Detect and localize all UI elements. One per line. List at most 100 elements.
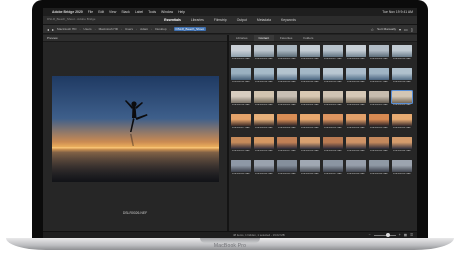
menu-window[interactable]: Window [161,10,173,14]
thumbnail-item[interactable]: DSLR0025.NEF [369,91,389,111]
slider-knob[interactable] [385,233,390,237]
thumbnail-image[interactable] [254,114,274,126]
breadcrumb-item[interactable]: Users [83,27,91,31]
thumbnail-image[interactable] [231,91,251,103]
thumbnail-item[interactable]: DSLR0035.NEF [231,137,251,157]
menu-edit[interactable]: Edit [98,10,104,14]
breadcrumb-item[interactable]: Macintosh HD [57,27,76,31]
thumbnail-image[interactable] [254,137,274,149]
thumbnail-item[interactable]: DSLR0014.NEF [300,68,320,88]
thumbnail-item[interactable]: DSLR0033.NEF [369,114,389,134]
thumbnail-image[interactable] [369,114,389,126]
tab-libraries-panel[interactable]: Libraries [231,35,253,41]
thumbnail-item[interactable]: DSLR0050.NEF [392,160,412,180]
thumbnail-item[interactable]: DSLR0048.NEF [346,160,366,180]
thumbnail-image[interactable] [231,160,251,172]
thumbnail-item[interactable]: DSLR0022.NEF [300,91,320,111]
thumbnail-item[interactable]: DSLR0046.NEF [300,160,320,180]
tab-libraries[interactable]: Libraries [187,17,208,23]
thumbnail-image[interactable] [277,160,297,172]
thumbnail-item[interactable]: DSLR0011.NEF [231,68,251,88]
tab-metadata[interactable]: Metadata [253,17,275,23]
thumbnail-image[interactable] [277,114,297,126]
thumbnail-size-slider[interactable] [373,233,396,237]
forward-arrow-icon[interactable]: ▸ [52,27,54,32]
preview-image[interactable] [52,76,219,182]
tab-essentials[interactable]: Essentials [160,17,185,23]
thumbnail-image[interactable] [254,45,274,57]
thumbnail-image[interactable] [346,160,366,172]
thumbnail-image[interactable] [300,114,320,126]
thumbnail-image[interactable] [346,137,366,149]
thumbnail-image[interactable] [391,90,413,104]
thumbnail-item[interactable]: DSLR0044.NEF [254,160,274,180]
thumbnail-item[interactable]: DSLR0030.NEF [300,114,320,134]
thumbnail-item[interactable]: DSLR0041.NEF [369,137,389,157]
thumbnail-image[interactable] [300,91,320,103]
tab-output[interactable]: Output [233,17,251,23]
thumbnail-image[interactable] [277,137,297,149]
thumbnail-image[interactable] [323,137,343,149]
thumbnail-item[interactable]: DSLR0003.NEF [231,45,251,65]
thumbnail-image[interactable] [231,114,251,126]
thumbnail-item[interactable]: DSLR0019.NEF [231,91,251,111]
star-filter-icon[interactable]: ☆ [370,27,374,32]
thumbnail-image[interactable] [300,160,320,172]
thumbnail-image[interactable] [231,68,251,80]
thumbnail-image[interactable] [323,68,343,80]
thumbnail-item[interactable]: DSLR0013.NEF [277,68,297,88]
thumbnail-item[interactable]: DSLR0042.NEF [392,137,412,157]
thumbnail-image[interactable] [392,114,412,126]
thumbnail-item[interactable]: DSLR0012.NEF [254,68,274,88]
thumbnail-item[interactable]: DSLR0006.NEF [300,45,320,65]
tab-folders[interactable]: Folders [298,35,318,41]
grid-view-icon[interactable]: ▦ [404,233,407,237]
menu-help[interactable]: Help [178,10,185,14]
thumbnail-item[interactable]: DSLR0004.NEF [254,45,274,65]
breadcrumb-item[interactable]: Users [125,27,133,31]
thumbnail-image[interactable] [392,68,412,80]
breadcrumb-item[interactable]: Adam [140,27,148,31]
thumbnail-image[interactable] [369,68,389,80]
thumbnail-item[interactable]: DSLR0038.NEF [300,137,320,157]
breadcrumb-item[interactable]: Macintosh HD [99,27,118,31]
thumbnail-item[interactable]: DSLR0043.NEF [231,160,251,180]
menu-tools[interactable]: Tools [148,10,156,14]
new-folder-icon[interactable]: ▭ [404,27,408,32]
thumbnail-item[interactable]: DSLR0010.NEF [392,45,412,65]
thumbnail-item[interactable]: DSLR0027.NEF [231,114,251,134]
thumbnail-image[interactable] [392,160,412,172]
thumbnail-item[interactable]: DSLR0029.NEF [277,114,297,134]
zoom-out-icon[interactable]: − [369,233,371,237]
thumbnail-item[interactable]: DSLR0016.NEF [346,68,366,88]
thumbnail-item[interactable]: DSLR0021.NEF [277,91,297,111]
sort-dropdown[interactable]: Sort Manually [377,27,396,31]
thumbnail-item[interactable]: DSLR0039.NEF [323,137,343,157]
thumbnail-item[interactable]: DSLR0017.NEF [369,68,389,88]
thumbnail-image[interactable] [300,68,320,80]
thumbnail-image[interactable] [277,68,297,80]
thumbnail-image[interactable] [369,91,389,103]
thumbnail-image[interactable] [392,45,412,57]
menu-app-name[interactable]: Adobe Bridge 2020 [52,10,83,14]
breadcrumb-current[interactable]: DSLR_Beach_Shoot [173,27,207,31]
thumbnail-item[interactable]: DSLR0047.NEF [323,160,343,180]
thumbnail-item[interactable]: DSLR0018.NEF [392,68,412,88]
thumbnail-item[interactable]: DSLR0032.NEF [346,114,366,134]
thumbnail-image[interactable] [369,160,389,172]
thumbnail-image[interactable] [323,114,343,126]
thumbnail-image[interactable] [369,45,389,57]
menu-view[interactable]: View [109,10,116,14]
thumbnail-item[interactable]: DSLR0031.NEF [323,114,343,134]
thumbnail-item[interactable]: DSLR0024.NEF [346,91,366,111]
menu-file[interactable]: File [88,10,93,14]
thumbnail-image[interactable] [369,137,389,149]
thumbnail-item[interactable]: DSLR0037.NEF [277,137,297,157]
thumbnail-item[interactable]: DSLR0008.NEF [346,45,366,65]
thumbnail-item[interactable]: DSLR0009.NEF [369,45,389,65]
thumbnail-item[interactable]: DSLR0036.NEF [254,137,274,157]
thumbnail-item[interactable]: DSLR0020.NEF [254,91,274,111]
thumbnail-image[interactable] [323,160,343,172]
thumbnail-item[interactable]: DSLR0026.NEF [391,90,413,111]
tab-keywords[interactable]: Keywords [277,17,300,23]
